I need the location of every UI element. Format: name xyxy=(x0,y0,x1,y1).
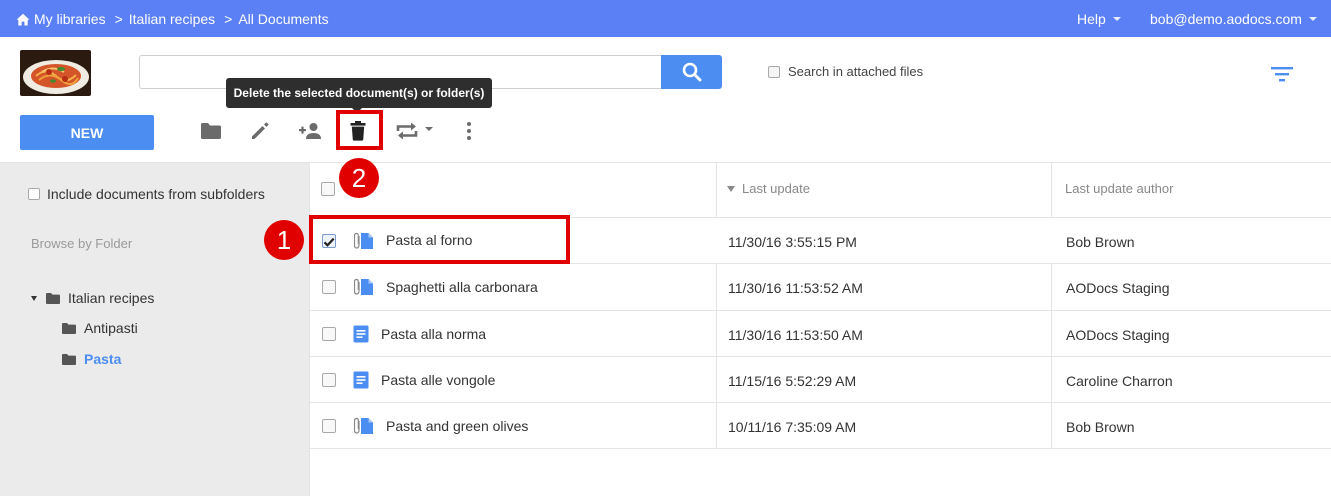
new-button[interactable]: NEW xyxy=(20,115,154,150)
search-button[interactable] xyxy=(661,55,722,89)
breadcrumb-separator: > xyxy=(114,11,123,27)
top-bar: My libraries > Italian recipes > All Doc… xyxy=(0,0,1331,37)
search-attached-checkbox[interactable] xyxy=(768,65,780,78)
share-button[interactable] xyxy=(296,119,324,143)
row-checkbox[interactable] xyxy=(322,419,336,433)
document-last-update: 10/11/16 7:35:09 AM xyxy=(728,419,857,435)
column-header-last-update[interactable]: Last update xyxy=(727,181,810,196)
folder-label: Antipasti xyxy=(84,320,138,336)
search-attached-files[interactable]: Search in attached files xyxy=(768,64,923,79)
document-last-update: 11/30/16 3:55:15 PM xyxy=(728,234,857,250)
new-folder-button[interactable] xyxy=(199,119,223,143)
table-row[interactable]: Pasta alle vongole 11/15/16 5:52:29 AM C… xyxy=(310,356,1331,402)
row-checkbox[interactable] xyxy=(322,373,336,387)
column-header-label: Last update xyxy=(742,181,810,196)
table-row[interactable]: Pasta and green olives 10/11/16 7:35:09 … xyxy=(310,402,1331,449)
document-name[interactable]: Pasta alla norma xyxy=(381,326,486,342)
table-row[interactable]: Spaghetti alla carbonara 11/30/16 11:53:… xyxy=(310,263,1331,309)
user-menu[interactable]: bob@demo.aodocs.com xyxy=(1150,11,1317,27)
annotation-marker-2: 2 xyxy=(339,158,379,198)
attachment-doc-icon xyxy=(354,278,373,295)
document-author: Caroline Charron xyxy=(1066,373,1173,389)
folder-icon xyxy=(62,353,76,365)
document-author: Bob Brown xyxy=(1066,419,1135,435)
breadcrumb-library[interactable]: Italian recipes xyxy=(129,11,215,27)
breadcrumb: My libraries > Italian recipes > All Doc… xyxy=(16,11,329,27)
column-header-last-update-author[interactable]: Last update author xyxy=(1065,181,1173,196)
edit-icon xyxy=(252,122,269,139)
document-name[interactable]: Spaghetti alla carbonara xyxy=(386,279,538,295)
row-checkbox[interactable] xyxy=(322,327,336,341)
document-name[interactable]: Pasta alle vongole xyxy=(381,372,495,388)
expand-triangle-icon[interactable] xyxy=(31,295,37,301)
edit-button[interactable] xyxy=(248,119,272,143)
folder-tree-root[interactable]: Italian recipes xyxy=(31,290,154,306)
document-name[interactable]: Pasta and green olives xyxy=(386,418,528,434)
folder-tree-item-pasta[interactable]: Pasta xyxy=(62,351,121,367)
include-subfolders-checkbox[interactable] xyxy=(28,188,40,200)
select-all-checkbox[interactable] xyxy=(321,182,335,196)
browse-by-folder-label: Browse by Folder xyxy=(31,236,133,251)
help-menu[interactable]: Help xyxy=(1077,11,1121,27)
add-person-icon xyxy=(299,123,321,139)
document-author: AODocs Staging xyxy=(1066,280,1170,296)
table-row[interactable]: Pasta alla norma 11/30/16 11:53:50 AM AO… xyxy=(310,310,1331,356)
home-icon[interactable] xyxy=(16,13,30,26)
sort-descending-icon xyxy=(727,185,735,192)
breadcrumb-separator: > xyxy=(224,11,233,27)
document-author: AODocs Staging xyxy=(1066,327,1170,343)
google-doc-icon xyxy=(353,325,369,343)
user-email: bob@demo.aodocs.com xyxy=(1150,11,1302,27)
filter-icon[interactable] xyxy=(1271,66,1293,82)
move-icon xyxy=(396,122,433,140)
chevron-down-icon xyxy=(1112,17,1121,21)
breadcrumb-my-libraries[interactable]: My libraries xyxy=(34,11,106,27)
column-header-label: Last update author xyxy=(1065,181,1174,196)
folder-icon xyxy=(62,322,76,334)
more-icon xyxy=(467,122,471,140)
row-checkbox[interactable] xyxy=(322,280,336,294)
annotation-marker-1: 1 xyxy=(264,220,304,260)
move-button[interactable] xyxy=(394,119,434,143)
include-subfolders-option[interactable]: Include documents from subfolders xyxy=(28,186,265,202)
folder-tree-item-antipasti[interactable]: Antipasti xyxy=(62,320,138,336)
document-last-update: 11/30/16 11:53:50 AM xyxy=(728,327,863,343)
library-logo[interactable] xyxy=(20,50,91,96)
pasta-image xyxy=(20,50,91,96)
sidebar: Include documents from subfolders Browse… xyxy=(0,163,309,496)
search-icon xyxy=(682,62,701,82)
more-actions-button[interactable] xyxy=(457,119,481,143)
breadcrumb-view[interactable]: All Documents xyxy=(238,11,328,27)
folder-icon xyxy=(46,292,60,304)
folder-label: Pasta xyxy=(84,351,122,367)
folder-label: Italian recipes xyxy=(68,290,155,306)
selected-row-highlight-box xyxy=(309,215,570,264)
folder-icon xyxy=(201,123,221,139)
delete-highlight-box xyxy=(336,110,383,150)
attachment-doc-icon xyxy=(354,417,373,434)
include-subfolders-label: Include documents from subfolders xyxy=(47,186,265,202)
chevron-down-icon xyxy=(1308,17,1317,21)
delete-tooltip: Delete the selected document(s) or folde… xyxy=(226,78,492,113)
document-last-update: 11/30/16 11:53:52 AM xyxy=(728,280,863,296)
search-attached-label: Search in attached files xyxy=(788,64,924,79)
google-doc-icon xyxy=(353,371,369,389)
document-author: Bob Brown xyxy=(1066,234,1135,250)
document-last-update: 11/15/16 5:52:29 AM xyxy=(728,373,857,389)
help-label: Help xyxy=(1077,11,1106,27)
